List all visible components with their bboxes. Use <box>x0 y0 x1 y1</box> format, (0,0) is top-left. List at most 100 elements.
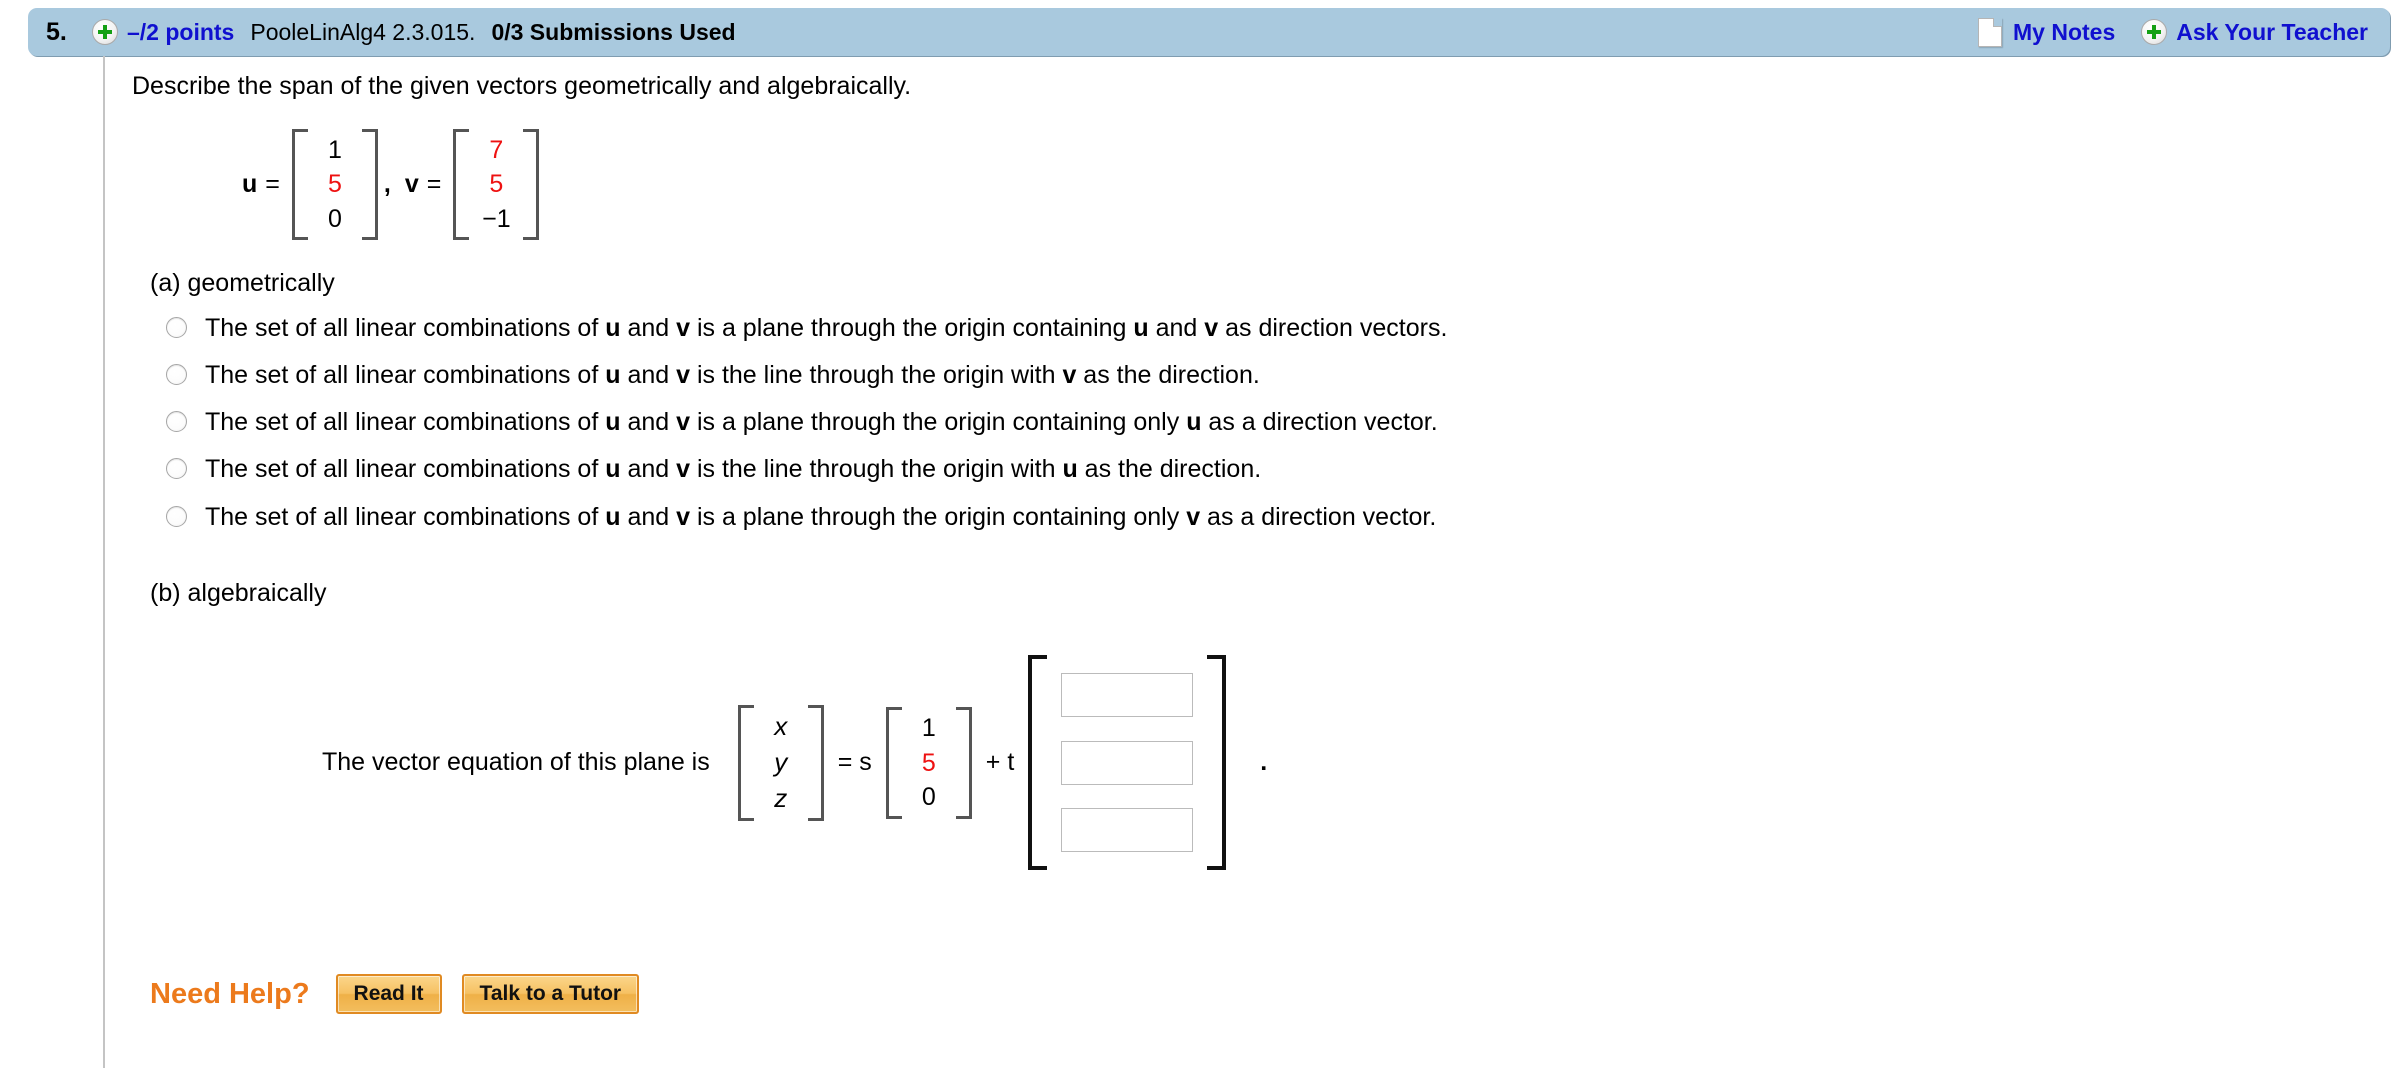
choice-3-vec-2: v <box>676 408 691 436</box>
choice-1-mid-2: is a plane through the origin containing <box>690 313 1134 342</box>
bracket-left-icon <box>453 128 470 241</box>
choice-4-vec-3: u <box>1062 455 1078 484</box>
vector-v-equals: = <box>426 170 442 198</box>
choice-2-mid-2: is the line through the origin with <box>690 360 1063 389</box>
bracket-right-icon <box>955 707 972 819</box>
vector-equation-lead-text: The vector equation of this plane is <box>322 748 710 777</box>
answer-input-1[interactable] <box>1061 673 1194 718</box>
radio-button-5[interactable] <box>166 505 187 527</box>
radio-button-4[interactable] <box>166 458 187 480</box>
talk-to-a-tutor-button[interactable]: Talk to a Tutor <box>461 974 640 1014</box>
radio-button-3[interactable] <box>166 411 187 432</box>
choice-1-mid-3: and <box>1148 313 1205 342</box>
choice-5-vec-3: v <box>1186 502 1201 531</box>
bracket-right-icon <box>523 128 540 241</box>
vector-u-entry-2: 5 <box>327 170 342 199</box>
vector-v-matrix: 7 5 −1 <box>453 128 540 241</box>
choice-option-1[interactable]: The set of all linear combinations of u … <box>166 310 2372 346</box>
choice-label-5: The set of all linear combinations of u … <box>205 499 1436 535</box>
choice-label-3: The set of all linear combinations of u … <box>205 404 1438 440</box>
bracket-left-icon <box>885 707 902 819</box>
choice-4-mid-1: and <box>620 455 677 484</box>
coeff-entry-3: 0 <box>921 783 936 811</box>
plus-circle-icon[interactable] <box>92 19 118 45</box>
question-prompt: Describe the span of the given vectors g… <box>132 72 912 100</box>
given-vectors-row: u = 1 5 0 , v = 7 5 −1 <box>242 125 2372 245</box>
bracket-right-icon <box>361 128 378 241</box>
ask-your-teacher-button[interactable]: Ask Your Teacher <box>2141 19 2368 46</box>
vector-u-name: u <box>242 170 258 198</box>
choice-option-2[interactable]: The set of all linear combinations of u … <box>166 357 2372 393</box>
choice-option-3[interactable]: The set of all linear combinations of u … <box>166 404 2372 440</box>
choice-5-post: as a direction vector. <box>1200 502 1437 531</box>
radio-button-2[interactable] <box>166 363 187 385</box>
xyz-entry-x: x <box>774 710 788 741</box>
choice-1-post: as direction vectors. <box>1218 313 1448 342</box>
choice-3-vec-3: u <box>1186 408 1202 436</box>
vector-v-entry-2: 5 <box>489 170 504 199</box>
choice-1-vec-4: v <box>1204 313 1219 342</box>
note-page-icon <box>1978 17 2002 47</box>
vector-u-equals: = <box>265 170 280 198</box>
radio-button-1[interactable] <box>166 316 187 338</box>
choice-2-vec-2: v <box>676 360 691 389</box>
choice-3-mid-2: is a plane through the origin containing… <box>690 408 1187 436</box>
xyz-entry-y: y <box>774 746 788 777</box>
choice-label-4: The set of all linear combinations of u … <box>205 451 1261 487</box>
answer-input-3[interactable] <box>1061 808 1194 853</box>
need-help-section: Need Help? Read It Talk to a Tutor <box>150 974 659 1014</box>
question-header-bar: 5. –/2 points PooleLinAlg4 2.3.015. 0/3 … <box>28 8 2390 56</box>
choice-2-mid-1: and <box>620 360 677 389</box>
choice-2-vec-1: u <box>605 360 621 389</box>
part-b-label: (b) algebraically <box>150 578 327 607</box>
choice-2-vec-3: v <box>1062 360 1077 389</box>
choice-4-pre: The set of all linear combinations of <box>205 455 606 484</box>
vector-equation-row: The vector equation of this plane is x y… <box>322 648 2372 878</box>
vector-v-name: v <box>404 170 419 198</box>
choice-option-4[interactable]: The set of all linear combinations of u … <box>166 451 2372 487</box>
choice-3-post: as a direction vector. <box>1201 408 1438 436</box>
coeff-entry-1: 1 <box>921 714 936 742</box>
part-a-label: (a) geometrically <box>150 268 335 297</box>
part-a-choice-list: The set of all linear combinations of u … <box>132 310 2372 535</box>
choice-4-post: as the direction. <box>1077 455 1262 484</box>
xyz-entry-z: z <box>774 782 788 813</box>
vector-u-entry-3: 0 <box>327 204 342 233</box>
bracket-left-icon <box>1028 655 1048 871</box>
answer-input-2[interactable] <box>1061 740 1194 785</box>
coeff-entry-2: 5 <box>921 748 936 777</box>
points-label: –/2 points <box>127 18 235 45</box>
choice-5-pre: The set of all linear combinations of <box>205 502 606 531</box>
choice-5-vec-1: u <box>605 502 621 531</box>
question-content: Describe the span of the given vectors g… <box>132 70 2372 878</box>
read-it-button[interactable]: Read It <box>335 974 442 1014</box>
vector-v-entry-3: −1 <box>482 204 511 233</box>
trailing-period: . <box>1260 748 1268 777</box>
question-number: 5. <box>46 17 67 46</box>
my-notes-label: My Notes <box>2013 18 2116 45</box>
vector-v-entry-1: 7 <box>489 135 504 164</box>
choice-3-mid-1: and <box>620 408 677 436</box>
choice-5-vec-2: v <box>676 502 691 531</box>
choice-1-vec-2: v <box>676 313 691 342</box>
need-help-label: Need Help? <box>150 977 310 1010</box>
choice-2-post: as the direction. <box>1076 360 1260 389</box>
my-notes-button[interactable]: My Notes <box>1978 17 2116 47</box>
choice-1-mid-1: and <box>620 313 677 342</box>
vector-u-entry-1: 1 <box>327 135 342 164</box>
choice-5-mid-1: and <box>620 502 677 531</box>
choice-3-pre: The set of all linear combinations of <box>205 408 606 436</box>
bracket-left-icon <box>737 704 754 821</box>
bracket-right-icon <box>1207 655 1227 871</box>
xyz-vector-matrix: x y z <box>737 704 824 821</box>
bracket-right-icon <box>807 704 824 821</box>
choice-option-5[interactable]: The set of all linear combinations of u … <box>166 499 2372 535</box>
submissions-used-label: 0/3 Submissions Used <box>491 18 736 45</box>
vector-separator: , <box>383 170 391 198</box>
choice-3-vec-1: u <box>605 408 621 436</box>
plus-circle-icon <box>2141 19 2168 45</box>
choice-4-mid-2: is the line through the origin with <box>690 455 1063 484</box>
choice-1-vec-3: u <box>1133 313 1149 342</box>
ask-your-teacher-label: Ask Your Teacher <box>2176 18 2368 45</box>
equals-s-operator: = s <box>837 748 872 777</box>
